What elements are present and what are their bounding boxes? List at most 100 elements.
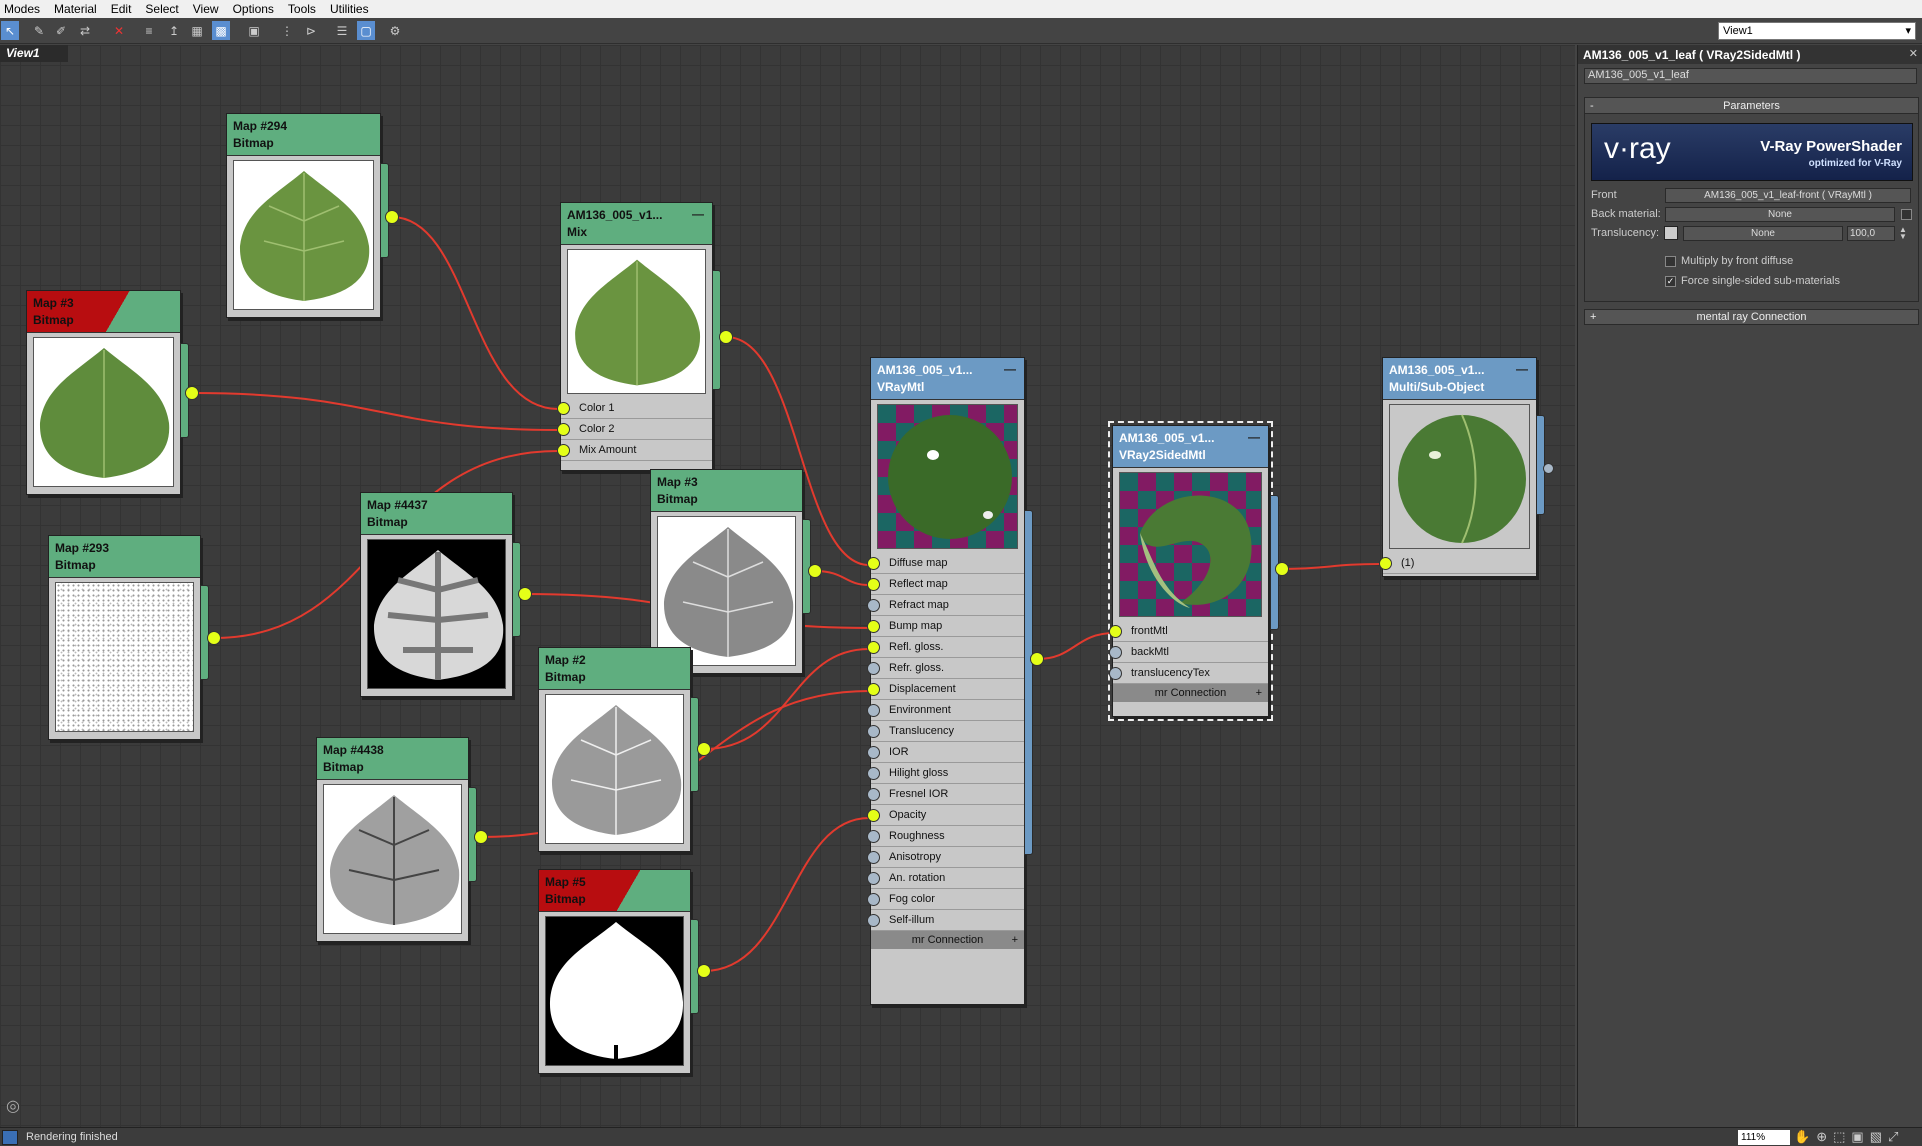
slot-submtl-1[interactable]: (1) [1379,553,1536,574]
node-mix[interactable]: AM136_005_v1... Mix — Color 1 Color 2 Mix … [557,202,713,471]
output-socket[interactable] [518,587,532,601]
pick-material-icon[interactable]: ✎ [30,21,48,40]
spinner-arrows-icon[interactable]: ▲ ▼ [1899,226,1907,241]
node-multi-sub-object[interactable]: AM136_005_v1... Multi/Sub-Object — (1) [1379,357,1537,577]
input-socket[interactable] [867,893,880,906]
put-material-icon[interactable]: ✐ [52,21,70,40]
menu-material[interactable]: Material [54,2,97,16]
output-socket[interactable] [1543,463,1554,474]
show-map-icon[interactable]: ▦ [188,21,206,40]
input-socket[interactable] [867,914,880,927]
node-vraymtl[interactable]: AM136_005_v1... VRayMtl — Diffuse map Refl… [867,357,1025,1005]
material-id-icon[interactable]: ↥ [165,21,183,40]
output-socket[interactable] [697,964,711,978]
expand-icon[interactable]: + [1590,310,1596,324]
slot-refl-gloss[interactable]: Refl. gloss. [867,637,1024,658]
layout-all-icon[interactable]: ☰ [333,21,351,40]
zoom-region-icon[interactable]: ⬚ [1833,1129,1851,1144]
front-material-button[interactable]: AM136_005_v1_leaf-front ( VRayMtl ) [1665,188,1911,203]
slot-anisotropy[interactable]: Anisotropy [867,847,1024,868]
slot-front-mtl[interactable]: frontMtl [1109,621,1268,642]
input-socket[interactable] [867,578,880,591]
output-socket[interactable] [719,330,733,344]
input-socket[interactable] [867,704,880,717]
input-socket[interactable] [557,402,570,415]
input-socket[interactable] [1109,646,1122,659]
show-end-result-icon[interactable]: ▣ [245,21,263,40]
binoculars-icon[interactable]: ◎ [6,1096,20,1116]
material-navigator-icon[interactable]: ⚙ [386,21,404,40]
menu-modes[interactable]: Modes [4,2,40,16]
zoom-icon[interactable]: ⊕ [1816,1129,1833,1144]
slot-translucency-tex[interactable]: translucencyTex [1109,663,1268,684]
input-socket[interactable] [867,767,880,780]
node-map4438[interactable]: Map #4438 Bitmap [316,737,469,942]
output-socket[interactable] [1275,562,1289,576]
slot-color2[interactable]: Color 2 [557,419,712,440]
input-socket[interactable] [867,620,880,633]
zoom-extents-icon[interactable]: ▣ [1851,1129,1869,1144]
slot-fog-color[interactable]: Fog color [867,889,1024,910]
input-socket[interactable] [867,746,880,759]
layout-vertical-icon[interactable]: ⋮ [278,21,296,40]
slot-an-rotation[interactable]: An. rotation [867,868,1024,889]
input-socket[interactable] [557,444,570,457]
maximize-icon[interactable]: ⤢ [1888,1129,1904,1144]
slot-refract-map[interactable]: Refract map [867,595,1024,616]
node-canvas[interactable]: View1 Map #294 Bitmap Map #3 Bitmap AM136_… [0,45,1575,1127]
slot-roughness[interactable]: Roughness [867,826,1024,847]
input-socket[interactable] [867,641,880,654]
parameter-editor-icon[interactable]: ▢ [357,21,375,40]
rollout-header[interactable]: - Parameters [1585,98,1918,114]
output-socket[interactable] [474,830,488,844]
close-icon[interactable]: ✕ [1909,47,1918,60]
delete-icon[interactable]: ✕ [110,21,128,40]
back-material-checkbox[interactable] [1901,209,1912,220]
node-map3-b[interactable]: Map #3 Bitmap [650,469,803,674]
output-socket[interactable] [207,631,221,645]
input-socket[interactable] [867,683,880,696]
node-map5[interactable]: Map #5 Bitmap [538,869,691,1074]
force-single-sided-checkbox[interactable]: ✓ [1665,276,1676,287]
node-vray2sidedmtl[interactable]: AM136_005_v1... VRay2SidedMtl — frontMtl b… [1108,421,1273,721]
output-socket[interactable] [385,210,399,224]
slot-opacity[interactable]: Opacity [867,805,1024,826]
slot-ior[interactable]: IOR [867,742,1024,763]
menu-utilities[interactable]: Utilities [330,2,369,16]
input-socket[interactable] [1109,625,1122,638]
move-children-icon[interactable]: ≡ [140,21,158,40]
output-socket[interactable] [1030,652,1044,666]
input-socket[interactable] [867,872,880,885]
zoom-extents-selected-icon[interactable]: ▧ [1870,1129,1888,1144]
collapse-icon[interactable]: - [1590,98,1594,114]
mental-ray-connection-rollout[interactable]: + mental ray Connection [1584,309,1919,325]
mr-connection-rollout[interactable]: mr Connection [871,931,1024,949]
slot-back-mtl[interactable]: backMtl [1109,642,1268,663]
menu-edit[interactable]: Edit [111,2,132,16]
translucency-map-button[interactable]: None [1683,226,1843,241]
input-socket[interactable] [1109,667,1122,680]
slot-bump-map[interactable]: Bump map [867,616,1024,637]
material-name-field[interactable]: AM136_005_v1_leaf [1584,68,1917,84]
input-socket[interactable] [867,725,880,738]
slot-refr-gloss[interactable]: Refr. gloss. [867,658,1024,679]
slot-diffuse-map[interactable]: Diffuse map [867,553,1024,574]
slot-translucency[interactable]: Translucency [867,721,1024,742]
menu-view[interactable]: View [193,2,219,16]
slot-environment[interactable]: Environment [867,700,1024,721]
slot-fresnel-ior[interactable]: Fresnel IOR [867,784,1024,805]
input-socket[interactable] [867,662,880,675]
menu-tools[interactable]: Tools [288,2,316,16]
input-socket[interactable] [867,557,880,570]
input-socket[interactable] [867,830,880,843]
mr-connection-rollout[interactable]: mr Connection [1113,684,1268,702]
translucency-amount-spinner[interactable]: 100,0 [1847,226,1895,241]
slot-displacement[interactable]: Displacement [867,679,1024,700]
node-map293[interactable]: Map #293 Bitmap [48,535,201,740]
select-tool-icon[interactable]: ↖ [1,21,19,40]
slot-color1[interactable]: Color 1 [557,398,712,419]
view-select[interactable]: View1 [1718,22,1916,40]
output-socket[interactable] [808,564,822,578]
pan-icon[interactable]: ✋ [1794,1129,1816,1144]
slot-self-illum[interactable]: Self-illum [867,910,1024,931]
